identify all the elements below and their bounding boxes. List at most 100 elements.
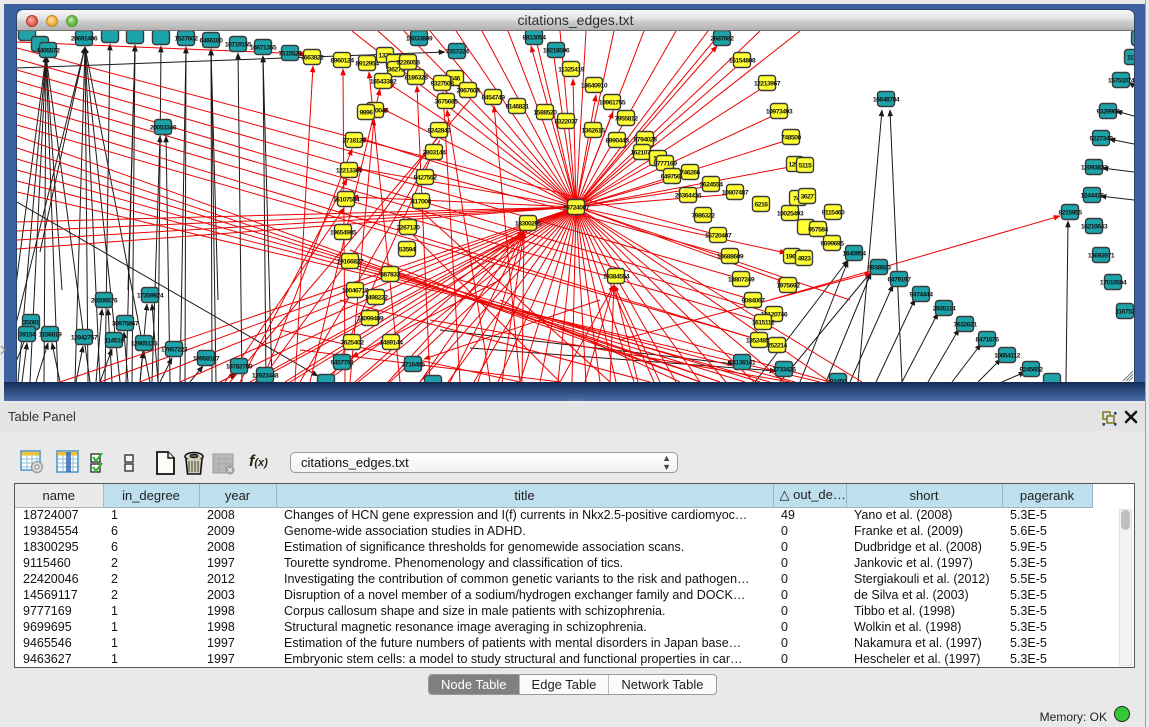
svg-text:252214: 252214 <box>767 343 787 350</box>
svg-text:19218596: 19218596 <box>543 48 570 55</box>
svg-text:8938923: 8938923 <box>868 265 892 272</box>
svg-text:18300295: 18300295 <box>515 221 542 228</box>
svg-text:92450: 92450 <box>830 379 847 383</box>
svg-text:116753: 116753 <box>1115 309 1134 316</box>
svg-text:16543382: 16543382 <box>370 79 397 86</box>
svg-text:18724007: 18724007 <box>563 205 590 212</box>
svg-text:1527602: 1527602 <box>175 36 199 43</box>
svg-text:15720407: 15720407 <box>705 233 732 240</box>
svg-text:10807487: 10807487 <box>722 190 749 197</box>
svg-text:12923448: 12923448 <box>252 373 279 380</box>
svg-text:16648784: 16648784 <box>873 97 900 104</box>
svg-text:9242843: 9242843 <box>428 128 452 135</box>
svg-text:11325419: 11325419 <box>558 67 585 74</box>
svg-text:3226058: 3226058 <box>397 60 421 67</box>
svg-text:9115460: 9115460 <box>822 210 845 217</box>
svg-text:2967608: 2967608 <box>457 88 481 95</box>
svg-text:7663822: 7663822 <box>301 55 325 62</box>
svg-text:16671355: 16671355 <box>250 45 277 52</box>
svg-text:19166827: 19166827 <box>337 259 364 266</box>
svg-text:53594: 53594 <box>399 247 416 254</box>
svg-text:7515526: 7515526 <box>279 51 303 58</box>
svg-text:16154808: 16154808 <box>729 58 756 65</box>
svg-text:9474444: 9474444 <box>910 292 934 299</box>
svg-text:2935114: 2935114 <box>933 306 956 313</box>
svg-text:20053346: 20053346 <box>150 125 177 132</box>
svg-text:12093822: 12093822 <box>1081 165 1108 172</box>
svg-text:3627: 3627 <box>800 194 814 201</box>
svg-text:6216: 6216 <box>754 202 768 209</box>
svg-text:10688609: 10688609 <box>717 254 744 261</box>
svg-text:1112: 1112 <box>1127 55 1134 62</box>
svg-text:8990443: 8990443 <box>606 138 630 145</box>
svg-text:10046718: 10046718 <box>342 288 369 295</box>
svg-text:12213369: 12213369 <box>336 168 363 175</box>
svg-text:18640910: 18640910 <box>581 83 608 90</box>
svg-text:12942757: 12942757 <box>71 335 98 342</box>
svg-text:1498222: 1498222 <box>365 295 389 302</box>
svg-text:9327508: 9327508 <box>431 81 455 88</box>
svg-text:1640954: 1640954 <box>843 251 867 258</box>
svg-text:6466160: 6466160 <box>200 38 224 45</box>
svg-text:20691406: 20691406 <box>71 36 98 43</box>
svg-text:6479197: 6479197 <box>888 277 912 284</box>
svg-text:16033809: 16033809 <box>406 36 433 43</box>
svg-text:14136141: 14136141 <box>729 360 756 367</box>
svg-text:12213967: 12213967 <box>754 81 781 88</box>
svg-text:3716485: 3716485 <box>402 362 426 369</box>
svg-text:8912954: 8912954 <box>356 61 380 68</box>
svg-text:17010504: 17010504 <box>1100 280 1127 287</box>
svg-text:957584: 957584 <box>808 227 828 234</box>
svg-text:1733426: 1733426 <box>773 367 797 374</box>
svg-text:9227349: 9227349 <box>1090 136 1114 143</box>
svg-text:30975867: 30975867 <box>112 321 139 328</box>
svg-text:7632621: 7632621 <box>954 322 978 329</box>
svg-text:1588520: 1588520 <box>534 110 558 117</box>
svg-text:9699695: 9699695 <box>821 241 845 248</box>
svg-text:8427552: 8427552 <box>414 175 438 182</box>
svg-text:16210643: 16210643 <box>1081 224 1108 231</box>
svg-text:1156819: 1156819 <box>39 332 62 339</box>
svg-text:17359924: 17359924 <box>137 293 164 300</box>
svg-text:746266: 746266 <box>680 170 700 177</box>
svg-text:19384554: 19384554 <box>603 274 630 281</box>
svg-text:1405572: 1405572 <box>37 48 61 55</box>
svg-text:7625402: 7625402 <box>341 340 365 347</box>
svg-text:10025493: 10025493 <box>777 211 804 218</box>
svg-text:10961755: 10961755 <box>599 100 626 107</box>
svg-text:9777169: 9777169 <box>654 161 678 168</box>
svg-text:10719155: 10719155 <box>225 42 252 49</box>
svg-text:1362615: 1362615 <box>582 128 606 135</box>
svg-text:7357224: 7357224 <box>446 49 470 56</box>
svg-text:17957223: 17957223 <box>161 347 188 354</box>
svg-text:8215955: 8215955 <box>1059 210 1083 217</box>
svg-text:12905135: 12905135 <box>131 341 158 348</box>
svg-text:417006: 417006 <box>411 199 431 206</box>
svg-text:9457791: 9457791 <box>331 360 355 367</box>
svg-text:3624554: 3624554 <box>700 182 724 189</box>
svg-text:1615112: 1615112 <box>752 320 775 327</box>
svg-text:15751074: 15751074 <box>1108 78 1134 85</box>
svg-text:7986322: 7986322 <box>692 213 716 220</box>
svg-text:8960124: 8960124 <box>331 58 355 65</box>
svg-text:1244415: 1244415 <box>1081 193 1105 200</box>
svg-text:7955812: 7955812 <box>615 116 639 123</box>
svg-text:9896: 9896 <box>359 110 373 117</box>
svg-text:8186328: 8186328 <box>405 75 429 82</box>
svg-text:114519: 114519 <box>104 338 124 345</box>
svg-text:10654112: 10654112 <box>994 353 1021 360</box>
svg-text:8454749: 8454749 <box>482 95 506 102</box>
svg-text:9084067: 9084067 <box>742 298 766 305</box>
svg-text:8471676: 8471676 <box>976 337 1000 344</box>
svg-text:5115: 5115 <box>799 163 812 170</box>
svg-text:3267130: 3267130 <box>397 225 421 232</box>
svg-text:9245652: 9245652 <box>1020 367 1044 374</box>
svg-text:9329966: 9329966 <box>1097 109 1121 116</box>
svg-text:1975692: 1975692 <box>777 283 801 290</box>
svg-text:9146821: 9146821 <box>506 104 530 111</box>
svg-text:3675685: 3675685 <box>435 99 459 106</box>
svg-text:10958187: 10958187 <box>193 356 220 363</box>
svg-text:16782759: 16782759 <box>226 364 253 371</box>
svg-text:2803144: 2803144 <box>423 150 447 157</box>
svg-text:1489144: 1489144 <box>380 340 404 347</box>
